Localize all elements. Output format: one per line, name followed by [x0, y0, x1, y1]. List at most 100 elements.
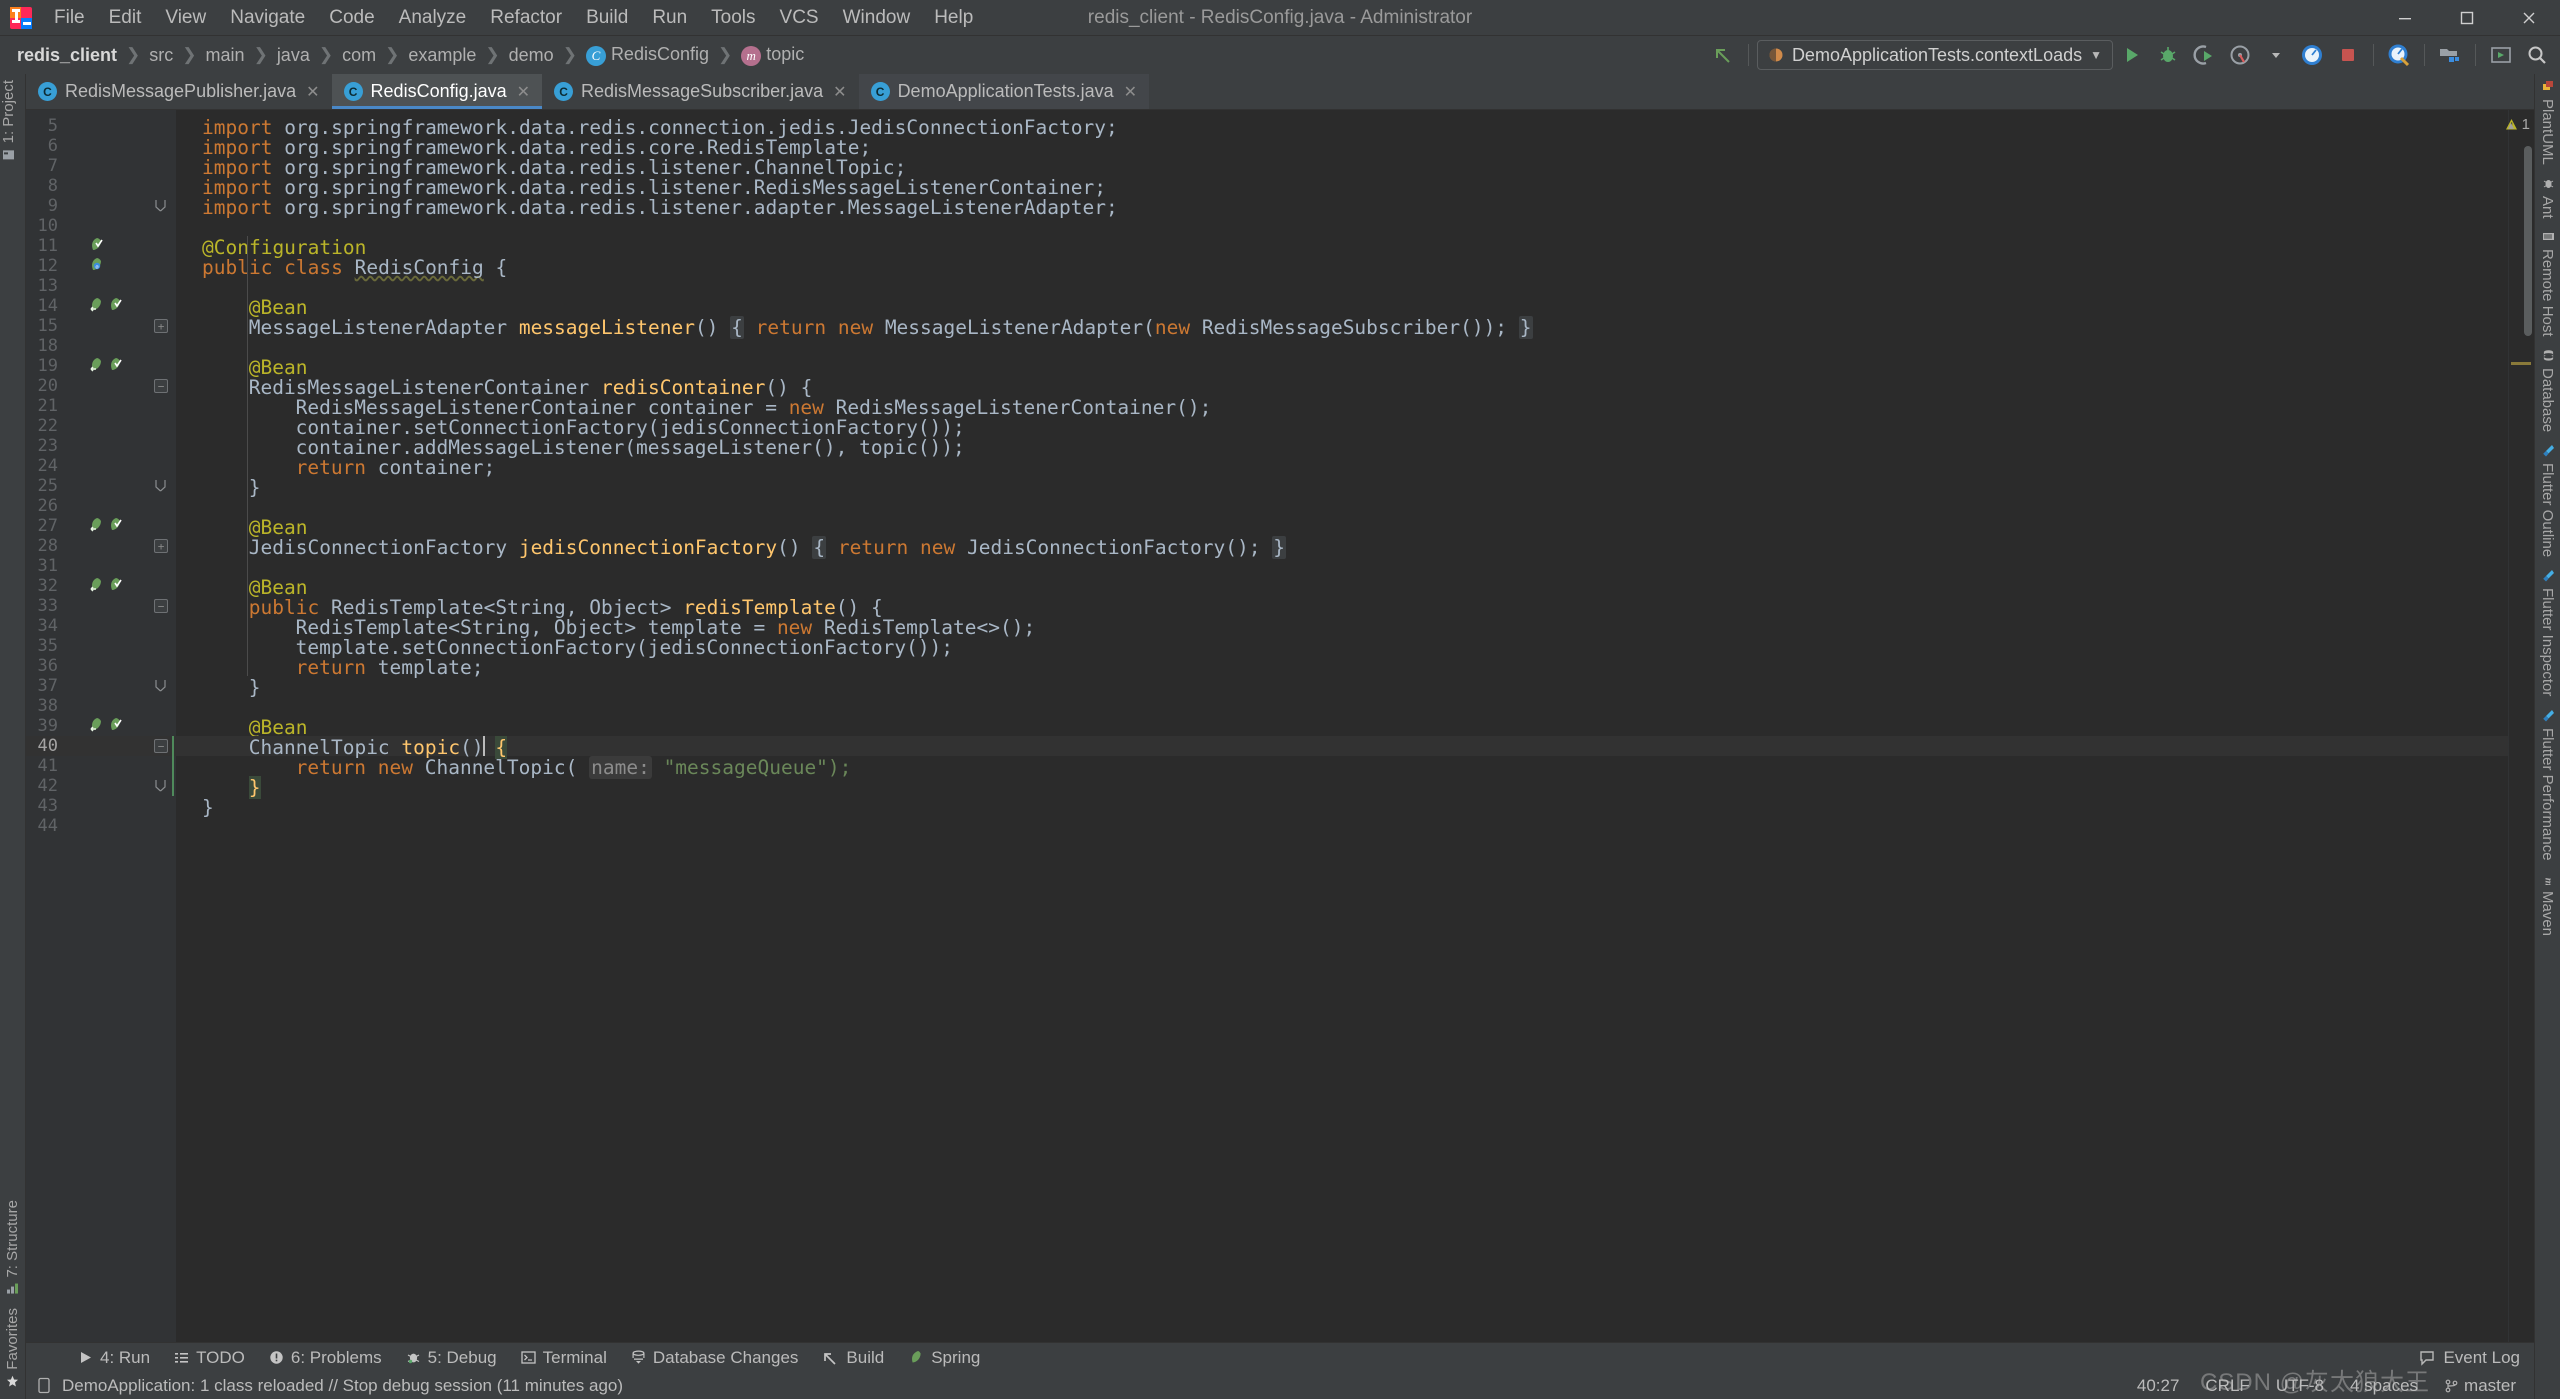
tool-window-button-todo[interactable]: TODO [162, 1345, 257, 1371]
breadcrumb-item-topic[interactable]: m topic [734, 41, 811, 69]
code-fold-end-icon[interactable] [154, 779, 168, 793]
minimize-button[interactable] [2374, 0, 2436, 36]
attach-profiler-icon[interactable] [2295, 39, 2329, 71]
code-line[interactable]: import org.springframework.data.redis.li… [202, 196, 1118, 219]
tool-window-button-5-debug[interactable]: 5: Debug [394, 1345, 509, 1371]
indent-setting[interactable]: 4 spaces [2350, 1376, 2418, 1396]
bean-arrow-gutter-icon[interactable] [88, 517, 106, 535]
menu-item-refactor[interactable]: Refactor [478, 3, 574, 33]
profiler-icon[interactable] [2223, 39, 2257, 71]
profiler-attach-icon[interactable] [2382, 39, 2416, 71]
bean-arrow-gutter-icon[interactable] [88, 357, 106, 375]
code-fold-end-icon[interactable] [154, 679, 168, 693]
tool-window-stripe-remote-host[interactable]: Remote Host [2539, 224, 2556, 343]
code-fold-minus-icon[interactable]: − [154, 739, 168, 753]
breadcrumb-item-redisconfig[interactable]: C RedisConfig [579, 41, 716, 69]
debug-icon[interactable] [2151, 39, 2185, 71]
code-line[interactable]: MessageListenerAdapter messageListener()… [202, 316, 1533, 339]
update-running-application-icon[interactable] [2484, 39, 2518, 71]
menu-item-view[interactable]: View [153, 3, 218, 33]
tool-window-stripe-database[interactable]: Database [2539, 343, 2556, 438]
chevron-up-icon[interactable]: ▴ [2508, 118, 2514, 132]
close-icon[interactable]: ✕ [306, 82, 319, 102]
editor-gutter[interactable]: 5 6 7 8 9 10 11 12 @13 14 15 +18 19 20 − 21 22 23 24 25 26 27… [26, 110, 176, 1342]
editor-tab-redismessagesubscriber-java[interactable]: C RedisMessageSubscriber.java ✕ [542, 74, 859, 109]
bean-arrow-gutter-icon[interactable] [88, 717, 106, 735]
breadcrumb-item-demo[interactable]: demo [502, 42, 561, 69]
menu-item-build[interactable]: Build [574, 3, 640, 33]
tool-window-button-build[interactable]: Build [810, 1345, 896, 1371]
breadcrumb-item-redis_client[interactable]: redis_client [10, 42, 124, 69]
code-fold-end-icon[interactable] [154, 479, 168, 493]
breadcrumb-item-java[interactable]: java [270, 42, 317, 69]
code-fold-end-icon[interactable] [154, 199, 168, 213]
chevron-down-icon[interactable] [2259, 39, 2293, 71]
search-everywhere-icon[interactable] [2520, 39, 2554, 71]
run-configuration-selector[interactable]: DemoApplicationTests.contextLoads ▼ [1756, 40, 2113, 70]
tool-window-button-terminal[interactable]: Terminal [509, 1345, 619, 1371]
event-log-button[interactable]: Event Log [2418, 1348, 2534, 1368]
menu-item-run[interactable]: Run [640, 3, 699, 33]
editor-tabs[interactable]: C RedisMessagePublisher.java ✕ C RedisConfig… [26, 74, 2534, 110]
code-editor[interactable]: import org.springframework.data.redis.co… [176, 110, 2508, 1342]
warning-marker[interactable] [2511, 362, 2531, 365]
bean-config-gutter-icon[interactable]: @ [88, 257, 106, 275]
tool-window-button-database-changes[interactable]: Database Changes [619, 1345, 811, 1371]
code-fold-plus-icon[interactable]: + [154, 539, 168, 553]
file-encoding[interactable]: UTF-8 [2276, 1376, 2324, 1396]
breadcrumb-item-com[interactable]: com [335, 42, 383, 69]
code-fold-minus-icon[interactable]: − [154, 599, 168, 613]
code-line[interactable]: return new ChannelTopic( name: "messageQ… [202, 756, 851, 779]
project-structure-icon[interactable] [2433, 39, 2467, 71]
chevron-down-icon[interactable]: ▼ [2090, 48, 2102, 62]
bean-check-gutter-icon[interactable] [88, 237, 106, 255]
tool-window-stripe-ant[interactable]: Ant [2539, 171, 2556, 225]
code-line[interactable]: JedisConnectionFactory jedisConnectionFa… [202, 536, 1286, 559]
close-icon[interactable]: ✕ [1124, 82, 1137, 102]
run-with-coverage-icon[interactable] [2187, 39, 2221, 71]
bean-check-gutter-icon[interactable] [107, 357, 125, 375]
menu-item-analyze[interactable]: Analyze [387, 3, 479, 33]
bean-arrow-gutter-icon[interactable] [88, 297, 106, 315]
menu-item-file[interactable]: File [42, 3, 97, 33]
bean-check-gutter-icon[interactable] [107, 717, 125, 735]
line-separator[interactable]: CRLF [2205, 1376, 2249, 1396]
tool-window-stripe-plantuml[interactable]: PlantUML [2539, 74, 2556, 171]
bean-check-gutter-icon[interactable] [107, 297, 125, 315]
bean-arrow-gutter-icon[interactable] [88, 577, 106, 595]
code-line[interactable]: } [202, 676, 261, 699]
tool-window-stripe-1-project[interactable]: 1: Project [0, 74, 17, 168]
maximize-button[interactable] [2436, 0, 2498, 36]
tool-window-button-spring[interactable]: Spring [896, 1345, 992, 1371]
editor-tab-redisconfig-java[interactable]: C RedisConfig.java ✕ [331, 74, 543, 109]
tool-window-stripe-flutter-outline[interactable]: Flutter Outline [2539, 438, 2556, 563]
tool-window-button-4-run[interactable]: 4: Run [66, 1345, 162, 1371]
menu-item-navigate[interactable]: Navigate [218, 3, 317, 33]
run-icon[interactable] [2115, 39, 2149, 71]
editor-tab-redismessagepublisher-java[interactable]: C RedisMessagePublisher.java ✕ [26, 74, 332, 109]
menu-item-edit[interactable]: Edit [97, 3, 154, 33]
git-branch[interactable]: master [2444, 1376, 2516, 1396]
bean-check-gutter-icon[interactable] [107, 517, 125, 535]
tool-window-stripe-7-structure[interactable]: 7: Structure [4, 1194, 21, 1303]
editor-overview-scrollbar[interactable]: 1 ▴ ▾ [2505, 110, 2534, 1342]
stop-icon[interactable] [2331, 39, 2365, 71]
code-line[interactable]: } [202, 476, 261, 499]
main-menu[interactable]: File Edit View Navigate Code Analyze Refactor B… [42, 3, 985, 33]
tool-window-stripe-favorites[interactable]: Favorites [4, 1302, 21, 1395]
code-line[interactable]: } [202, 796, 214, 819]
menu-item-code[interactable]: Code [317, 3, 386, 33]
close-button[interactable] [2498, 0, 2560, 36]
code-fold-plus-icon[interactable]: + [154, 319, 168, 333]
bean-check-gutter-icon[interactable] [107, 577, 125, 595]
editor-tab-demoapplicationtests-java[interactable]: C DemoApplicationTests.java ✕ [858, 74, 1150, 109]
menu-item-tools[interactable]: Tools [699, 3, 767, 33]
tool-window-stripe-maven[interactable]: m Maven [2539, 866, 2556, 942]
close-icon[interactable]: ✕ [517, 82, 530, 102]
code-fold-minus-icon[interactable]: − [154, 379, 168, 393]
breadcrumb[interactable]: redis_client ❯ src ❯ main ❯ java ❯ com ❯ example ❯ d… [10, 41, 811, 69]
breadcrumb-item-src[interactable]: src [142, 42, 180, 69]
breadcrumb-item-main[interactable]: main [199, 42, 252, 69]
menu-item-vcs[interactable]: VCS [768, 3, 831, 33]
tool-window-stripe-flutter-inspector[interactable]: Flutter Inspector [2539, 563, 2556, 702]
